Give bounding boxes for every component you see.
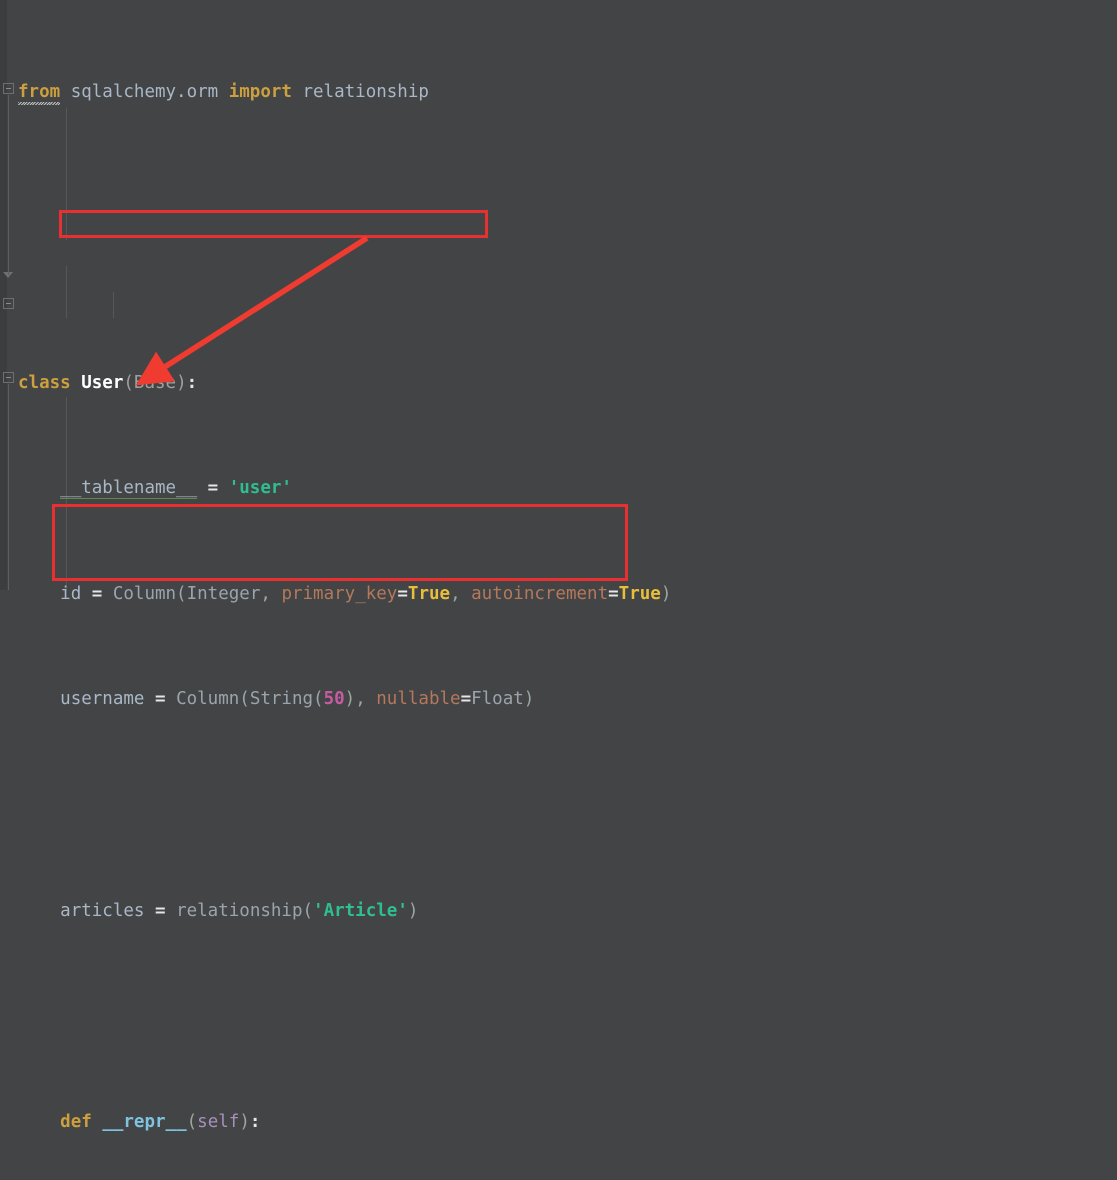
assign-6: = (81, 583, 113, 604)
kwarg-nullable-7: nullable (376, 689, 461, 710)
keyword-class: class (18, 372, 71, 393)
field-username: username (60, 689, 145, 710)
bool-true-6a: True (407, 583, 451, 604)
attr-tablename-user: __tablename__ (60, 478, 198, 500)
sep-6b: , (450, 583, 472, 604)
indent-7 (18, 689, 60, 709)
fold-guide-line-article (8, 384, 9, 590)
class-name-user: User (81, 372, 124, 393)
eq-7: = (460, 689, 472, 710)
kwarg-autoincrement-6: autoincrement (471, 583, 609, 604)
code-line-1[interactable]: from sqlalchemy.orm import relationship (18, 79, 1108, 105)
call-relationship-9: relationship( (176, 900, 314, 921)
assign-9: = (144, 900, 177, 921)
eq-6a: = (397, 583, 408, 604)
close-9: ) (407, 900, 419, 921)
call-column-6: Column( (112, 583, 187, 604)
module-path: sqlalchemy.orm (60, 82, 229, 103)
sep-6a: , (260, 583, 282, 604)
close-6: ) (660, 583, 672, 604)
field-articles: articles (60, 900, 145, 921)
number-50-7: 50 (323, 689, 345, 710)
string-user: 'user' (228, 478, 292, 499)
colon-user: : (186, 372, 198, 393)
field-id-user: id (60, 583, 82, 604)
keyword-import: import (228, 82, 292, 103)
assign-7: = (144, 689, 177, 710)
code-editor-pane[interactable]: from sqlalchemy.orm import relationship … (0, 0, 1117, 1132)
code-line-9[interactable]: articles = relationship('Article') (18, 898, 1108, 924)
fold-marker-def-repr[interactable] (3, 298, 14, 309)
paren-close-11: ) (239, 1111, 250, 1132)
code-line-6[interactable]: id = Column(Integer, primary_key=True, a… (18, 581, 1108, 607)
source-code-text[interactable]: from sqlalchemy.orm import relationship … (18, 0, 1108, 1180)
param-self-11: self (197, 1111, 240, 1132)
indent-5 (18, 478, 60, 498)
keyword-def: def (60, 1111, 92, 1132)
assign-5: = (197, 478, 229, 499)
class-base-user: (Base) (123, 372, 187, 393)
kwarg-primary-key-6: primary_key (281, 583, 398, 604)
mid-7: ), (344, 689, 377, 710)
fold-marker-class-user[interactable] (3, 83, 14, 94)
value-float-7: Float (471, 689, 524, 710)
imported-name: relationship (291, 82, 429, 103)
arg-integer-6: Integer (186, 583, 261, 604)
fold-guide-line-user (8, 95, 9, 275)
colon-11: : (249, 1111, 261, 1132)
eq-6b: = (608, 583, 619, 604)
call-column-7: Column(String( (176, 689, 324, 710)
fold-marker-class-article[interactable] (3, 372, 14, 383)
indent-6 (18, 584, 60, 604)
code-line-7[interactable]: username = Column(String(50), nullable=F… (18, 686, 1108, 712)
paren-open-11: ( (186, 1111, 198, 1132)
code-line-11[interactable]: def __repr__(self): (18, 1109, 1108, 1135)
indent-9 (18, 901, 60, 921)
indent-11 (18, 1112, 60, 1132)
bool-true-6b: True (618, 583, 661, 604)
close-7: ) (523, 689, 535, 710)
keyword-from: from (18, 82, 61, 103)
code-line-4[interactable]: class User(Base): (18, 370, 1108, 396)
code-line-5[interactable]: __tablename__ = 'user' (18, 475, 1108, 501)
string-article-9: 'Article' (313, 900, 408, 921)
method-name-repr: __repr__ (102, 1111, 187, 1132)
